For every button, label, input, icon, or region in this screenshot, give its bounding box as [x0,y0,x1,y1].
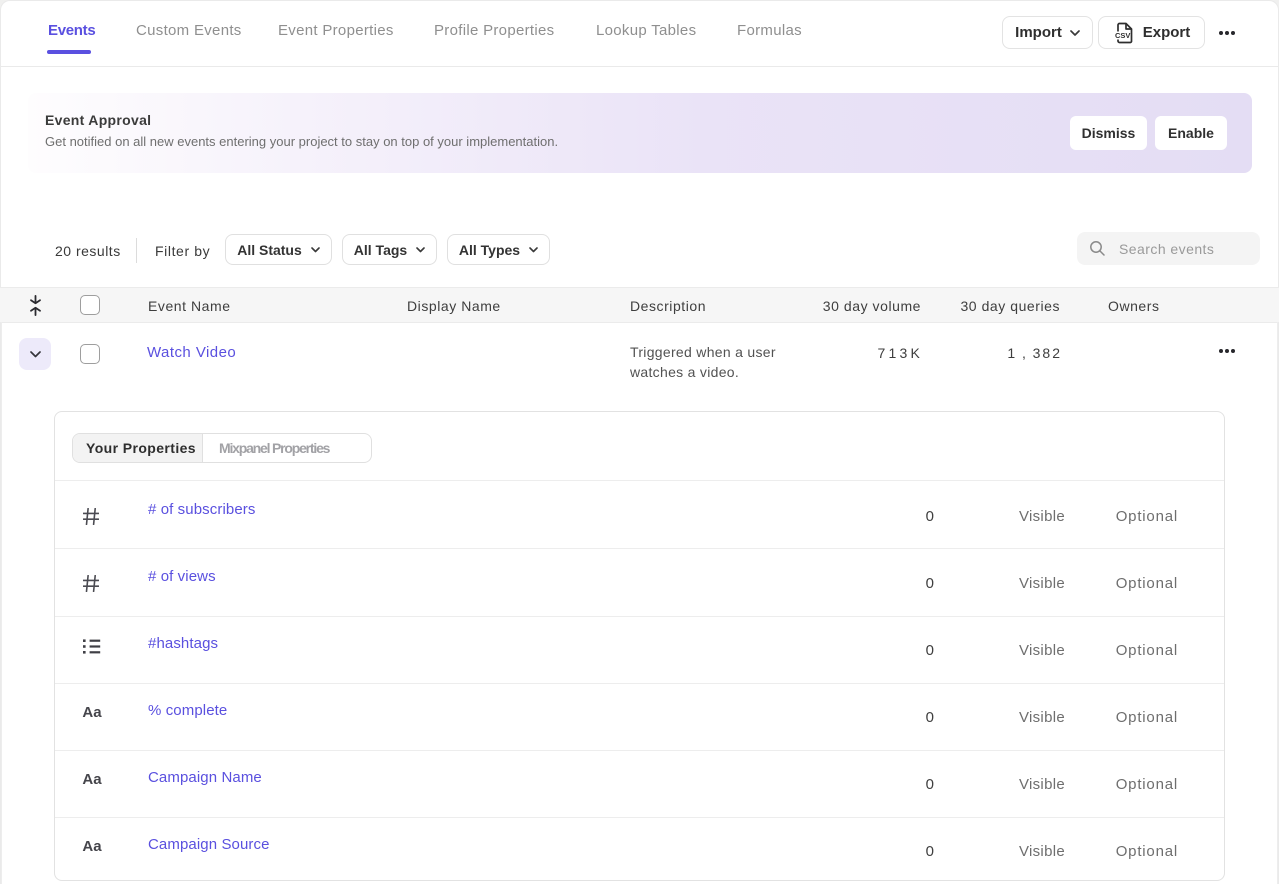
svg-text:CSV: CSV [1115,31,1130,40]
